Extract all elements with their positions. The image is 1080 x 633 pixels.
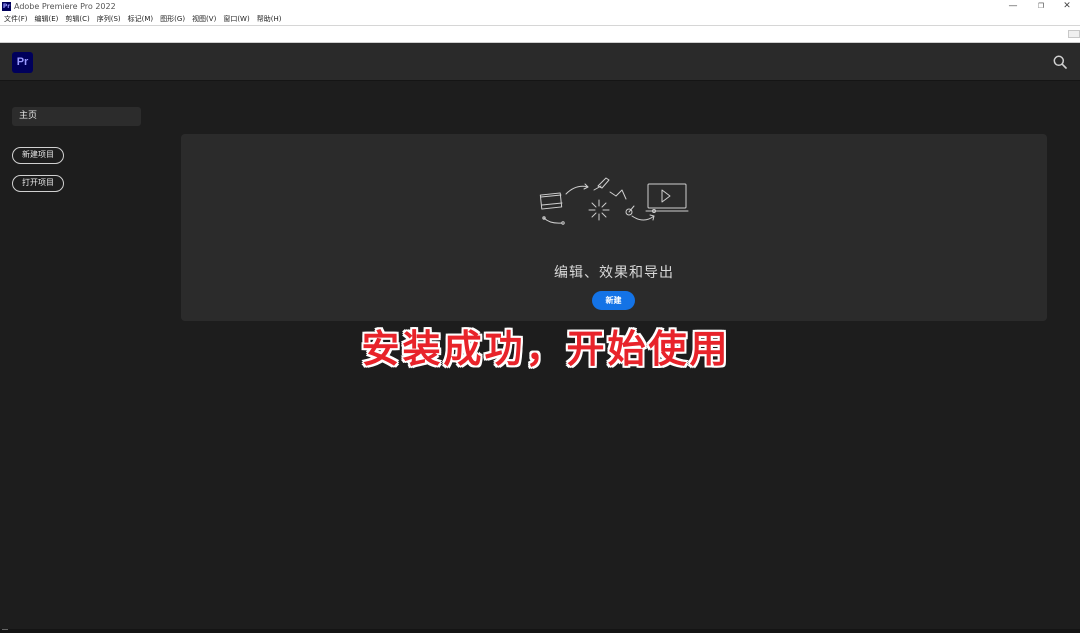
menu-view[interactable]: 视图(V) xyxy=(188,13,219,25)
menu-file[interactable]: 文件(F) xyxy=(0,13,31,25)
menu-graphics[interactable]: 图形(G) xyxy=(156,13,188,25)
window-title: Adobe Premiere Pro 2022 xyxy=(14,2,116,11)
open-project-button[interactable]: 打开项目 xyxy=(12,175,64,192)
new-project-button[interactable]: 新建项目 xyxy=(12,147,64,164)
premiere-logo: Pr xyxy=(12,52,33,73)
menu-markers[interactable]: 标记(M) xyxy=(124,13,157,25)
welcome-card: 编辑、效果和导出 新建 xyxy=(181,134,1047,321)
menu-window[interactable]: 窗口(W) xyxy=(219,13,252,25)
status-bar-marker xyxy=(2,629,8,630)
menu-help[interactable]: 帮助(H) xyxy=(253,13,285,25)
premiere-app-icon: Pr xyxy=(2,2,11,11)
window-title-bar: Pr Adobe Premiere Pro 2022 — ❐ ✕ xyxy=(0,0,1080,13)
strip-toggle-button[interactable] xyxy=(1068,30,1080,38)
overlay-caption: 安装成功，开始使用 xyxy=(361,327,731,371)
menu-edit[interactable]: 编辑(E) xyxy=(31,13,62,25)
app-header: Pr xyxy=(0,43,1080,81)
new-button[interactable]: 新建 xyxy=(592,291,635,310)
toolbar-strip xyxy=(0,25,1080,43)
menu-bar: 文件(F) 编辑(E) 剪辑(C) 序列(S) 标记(M) 图形(G) 视图(V… xyxy=(0,13,1080,25)
card-title: 编辑、效果和导出 xyxy=(554,265,674,281)
sidebar-item-home[interactable]: 主页 xyxy=(12,107,141,126)
search-icon[interactable] xyxy=(1053,55,1067,69)
edit-effects-export-illustration xyxy=(539,177,689,225)
minimize-button[interactable]: — xyxy=(998,0,1028,13)
menu-clip[interactable]: 剪辑(C) xyxy=(61,13,92,25)
menu-sequence[interactable]: 序列(S) xyxy=(93,13,124,25)
close-button[interactable]: ✕ xyxy=(1052,0,1080,13)
status-bar xyxy=(0,629,1080,633)
